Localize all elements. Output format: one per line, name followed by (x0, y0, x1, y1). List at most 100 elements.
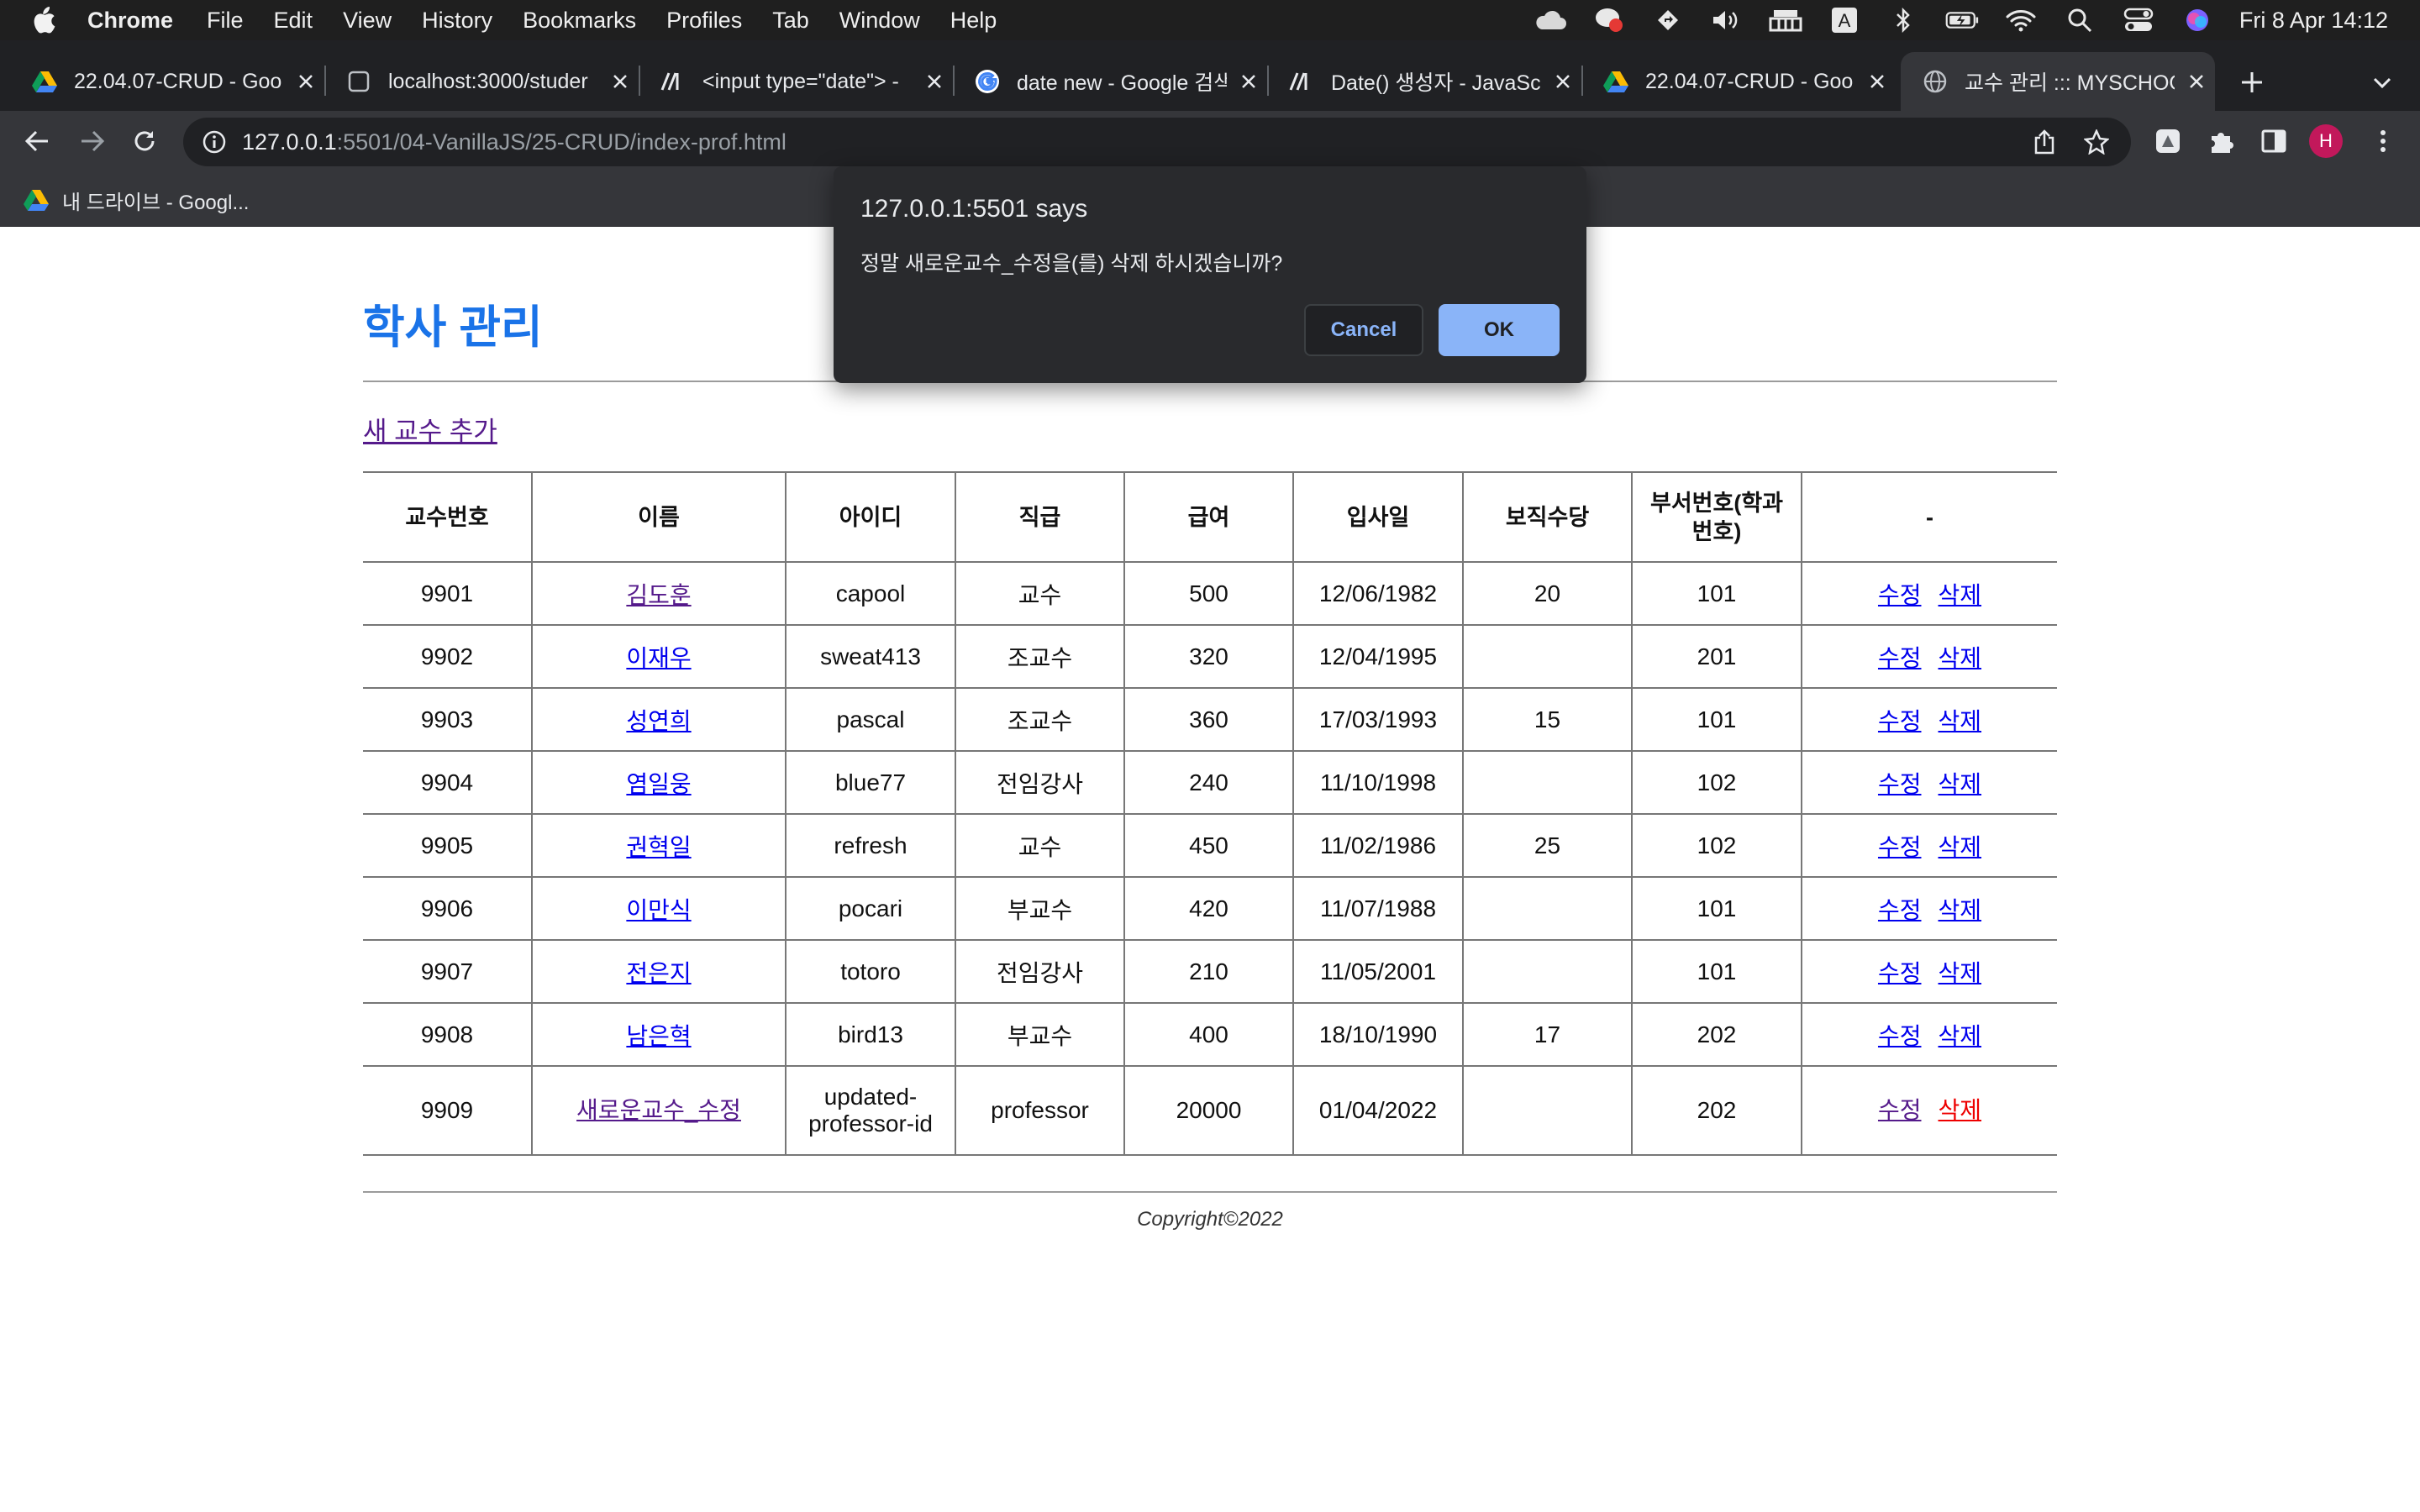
input-grid-icon[interactable] (1769, 8, 1802, 33)
bookmark-my-drive[interactable]: 내 드라이브 - Googl... (24, 183, 249, 217)
tab-mdn-date-constructor[interactable]: Date() 생성자 - JavaScr (1267, 52, 1583, 111)
menu-history[interactable]: History (422, 8, 492, 34)
add-professor-link[interactable]: 새 교수 추가 (363, 410, 497, 448)
professor-name-link[interactable]: 남은혁 (626, 1023, 691, 1049)
wifi-icon[interactable] (2004, 8, 2038, 33)
close-tab-icon[interactable] (1551, 70, 1575, 93)
delete-link[interactable]: 삭제 (1939, 645, 1982, 671)
cell-salary: 210 (1123, 939, 1293, 1003)
close-tab-icon[interactable] (1865, 70, 1889, 93)
professor-name-link[interactable]: 성연희 (626, 708, 691, 734)
profile-avatar[interactable]: H (2309, 124, 2343, 158)
edit-link[interactable]: 수정 (1878, 834, 1922, 860)
edit-link[interactable]: 수정 (1878, 771, 1922, 797)
menu-help[interactable]: Help (950, 8, 997, 34)
delete-link[interactable]: 삭제 (1939, 582, 1982, 608)
keyboard-a-icon[interactable]: A (1828, 8, 1861, 33)
siri-icon[interactable] (2181, 8, 2214, 33)
battery-icon[interactable] (1945, 8, 1979, 33)
menu-profiles[interactable]: Profiles (666, 8, 742, 34)
professor-name-link[interactable]: 김도훈 (626, 582, 691, 608)
menu-tab[interactable]: Tab (772, 8, 809, 34)
control-center-icon[interactable] (2122, 8, 2155, 33)
close-tab-icon[interactable] (923, 70, 946, 93)
cell-prof-no: 9904 (363, 750, 532, 814)
cell-rank: 부교수 (955, 876, 1124, 940)
edit-link[interactable]: 수정 (1878, 960, 1922, 986)
ok-button[interactable]: OK (1439, 304, 1560, 356)
notification-icon[interactable] (1592, 8, 1626, 33)
cell-prof-no: 9909 (363, 1065, 532, 1156)
spotlight-search-icon[interactable] (2063, 8, 2096, 33)
chevron-down-icon[interactable] (2368, 69, 2396, 97)
menu-bookmarks[interactable]: Bookmarks (523, 8, 636, 34)
more-menu-icon[interactable] (2368, 126, 2398, 156)
menu-view[interactable]: View (343, 8, 392, 34)
professor-name-link[interactable]: 염일웅 (626, 771, 691, 797)
cell-hire-date: 12/06/1982 (1292, 561, 1463, 625)
close-tab-icon[interactable] (608, 70, 632, 93)
delete-link[interactable]: 삭제 (1939, 1023, 1982, 1049)
tab-google-search[interactable]: date new - Google 검색 (953, 52, 1269, 111)
header-dept-no: 부서번호(학과 번호) (1631, 471, 1802, 562)
share-icon[interactable] (2032, 129, 2057, 155)
bluetooth-icon[interactable] (1886, 8, 1920, 33)
cell-rank: professor (955, 1065, 1124, 1156)
menu-bar-status-area: A Fri 8 Apr 14:12 (1534, 0, 2388, 40)
back-arrow-icon[interactable] (20, 124, 54, 158)
side-panel-icon[interactable] (2259, 126, 2289, 156)
delete-link[interactable]: 삭제 (1939, 771, 1982, 797)
tab-localhost-student[interactable]: localhost:3000/studer (324, 52, 640, 111)
delete-link[interactable]: 삭제 (1939, 960, 1982, 986)
close-tab-icon[interactable] (2185, 70, 2208, 93)
apple-logo-icon[interactable] (32, 6, 57, 34)
delete-link[interactable]: 삭제 (1939, 1097, 1982, 1123)
delete-link[interactable]: 삭제 (1939, 897, 1982, 923)
edit-link[interactable]: 수정 (1878, 582, 1922, 608)
google-icon (975, 69, 1000, 94)
tab-professor-management[interactable]: 교수 관리 ::: MYSCHOOL (1901, 52, 2215, 111)
address-bar[interactable]: 127.0.0.1:5501/04-VanillaJS/25-CRUD/inde… (183, 118, 2131, 166)
edit-link[interactable]: 수정 (1878, 1023, 1922, 1049)
close-tab-icon[interactable] (1237, 70, 1260, 93)
professor-name-link[interactable]: 권혁일 (626, 834, 691, 860)
close-tab-icon[interactable] (294, 70, 318, 93)
cell-allowance: 17 (1462, 1002, 1632, 1066)
tab-crud-drive-1[interactable]: 22.04.07-CRUD - Goo (10, 52, 326, 111)
edit-link[interactable]: 수정 (1878, 1097, 1922, 1123)
direction-icon[interactable] (1651, 8, 1685, 33)
cell-dept-no: 101 (1631, 687, 1802, 751)
macos-menu-bar: Chrome File Edit View History Bookmarks … (0, 0, 2420, 40)
forward-arrow-icon[interactable] (76, 124, 109, 158)
edit-link[interactable]: 수정 (1878, 897, 1922, 923)
new-tab-icon[interactable] (2235, 66, 2269, 99)
address-url: 127.0.0.1:5501/04-VanillaJS/25-CRUD/inde… (242, 129, 786, 155)
menu-edit[interactable]: Edit (274, 8, 313, 34)
bookmark-star-icon[interactable] (2084, 129, 2109, 155)
delete-link[interactable]: 삭제 (1939, 708, 1982, 734)
professor-name-link[interactable]: 이재우 (626, 645, 691, 671)
table-row: 9901 김도훈 capool 교수 500 12/06/1982 20 101… (363, 561, 2057, 625)
menu-app-name[interactable]: Chrome (87, 8, 173, 34)
copyright-text: Copyright©2022 (1137, 1208, 1283, 1231)
menu-window[interactable]: Window (839, 8, 920, 34)
reload-icon[interactable] (128, 124, 161, 158)
extensions-puzzle-icon[interactable] (2207, 126, 2237, 156)
cancel-button[interactable]: Cancel (1304, 304, 1423, 356)
professor-name-link[interactable]: 전은지 (626, 960, 691, 986)
google-drive-icon (1603, 69, 1628, 94)
tab-crud-drive-2[interactable]: 22.04.07-CRUD - Goo (1581, 52, 1896, 111)
edit-link[interactable]: 수정 (1878, 708, 1922, 734)
cloud-icon[interactable] (1534, 8, 1567, 33)
professor-name-link[interactable]: 새로운교수_수정 (576, 1097, 741, 1123)
professor-name-link[interactable]: 이만식 (626, 897, 691, 923)
edit-link[interactable]: 수정 (1878, 645, 1922, 671)
menu-file[interactable]: File (207, 8, 244, 34)
tab-mdn-input-date[interactable]: <input type="date"> - (639, 52, 955, 111)
menu-bar-clock[interactable]: Fri 8 Apr 14:12 (2239, 8, 2388, 34)
delete-link[interactable]: 삭제 (1939, 834, 1982, 860)
header-name: 이름 (531, 471, 786, 562)
extension-app-icon[interactable] (2153, 126, 2183, 156)
volume-icon[interactable] (1710, 8, 1744, 33)
site-info-icon[interactable] (202, 129, 227, 155)
